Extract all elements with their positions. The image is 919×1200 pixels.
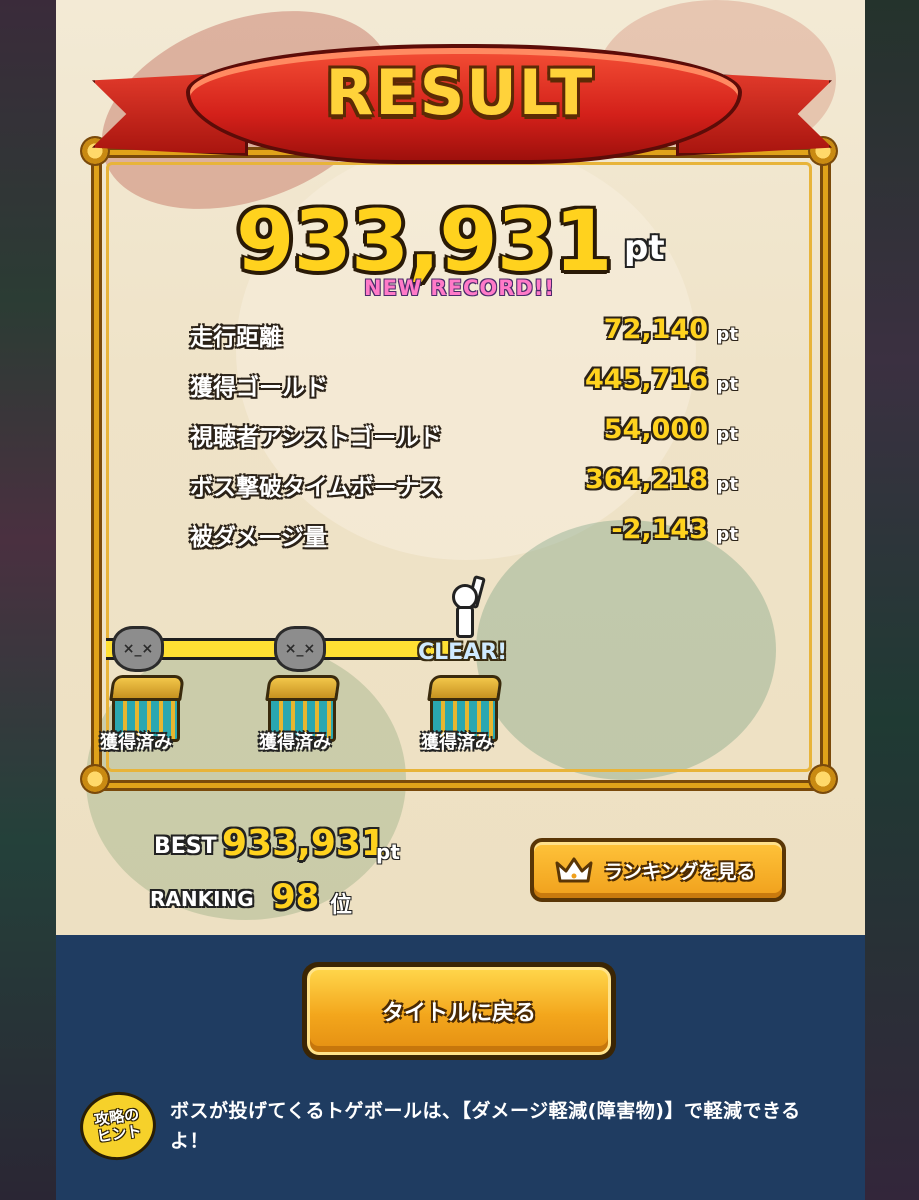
total-score: 933,931 pt xyxy=(236,192,686,290)
chest-status-label: 獲得済み xyxy=(100,732,172,753)
breakdown-unit: pt xyxy=(716,424,739,445)
breakdown-row: 獲得ゴールド 445,716 pt xyxy=(190,362,750,412)
breakdown-unit: pt xyxy=(716,324,739,345)
back-to-title-button-label: タイトルに戻る xyxy=(381,1001,536,1026)
ranking-unit: 位 xyxy=(330,893,353,918)
breakdown-label: 獲得ゴールド xyxy=(190,375,328,401)
breakdown-row: 視聴者アシストゴールド 54,000 pt xyxy=(190,412,750,462)
breakdown-value: 445,716 xyxy=(585,364,708,395)
breakdown-value: -2,143 xyxy=(611,514,708,545)
boss-icon: ×_× xyxy=(112,626,164,672)
ranking-label: RANKING xyxy=(150,887,254,911)
back-to-title-button-frame: タイトルに戻る xyxy=(302,962,616,1060)
best-score-value: 933,931 xyxy=(222,823,386,864)
breakdown-label: 走行距離 xyxy=(190,325,282,351)
breakdown-value: 72,140 xyxy=(603,314,708,345)
clear-label: CLEAR! xyxy=(418,640,508,665)
view-ranking-button-label: ランキングを見る xyxy=(604,860,756,883)
hint-badge-line: ヒント xyxy=(95,1121,143,1146)
breakdown-unit: pt xyxy=(716,374,739,395)
total-score-unit: pt xyxy=(624,228,665,268)
new-record-badge: NEW RECORD!! xyxy=(364,276,555,300)
chest-status-label: 獲得済み xyxy=(259,732,331,753)
breakdown-row: 走行距離 72,140 pt xyxy=(190,312,750,362)
breakdown-label: 被ダメージ量 xyxy=(190,525,327,551)
result-title: RESULT xyxy=(325,56,595,129)
best-label: BEST xyxy=(154,834,217,859)
crown-icon xyxy=(555,857,593,883)
breakdown-value: 364,218 xyxy=(585,464,708,495)
ranking-value: 98 xyxy=(272,877,320,917)
breakdown-unit: pt xyxy=(716,524,739,545)
score-breakdown: 走行距離 72,140 pt 獲得ゴールド 445,716 pt 視聴者アシスト… xyxy=(190,312,750,562)
back-to-title-button[interactable]: タイトルに戻る xyxy=(307,967,611,1055)
breakdown-row: ボス撃破タイムボーナス 364,218 pt xyxy=(190,462,750,512)
breakdown-unit: pt xyxy=(716,474,739,495)
breakdown-value: 54,000 xyxy=(603,414,708,445)
frame-corner-ornament xyxy=(80,764,110,794)
view-ranking-button[interactable]: ランキングを見る xyxy=(530,838,786,902)
breakdown-label: ボス撃破タイムボーナス xyxy=(190,475,443,501)
breakdown-row: 被ダメージ量 -2,143 pt xyxy=(190,512,750,562)
left-background-strip xyxy=(0,0,56,1200)
boss-icon: ×_× xyxy=(274,626,326,672)
frame-corner-ornament xyxy=(808,764,838,794)
chest-status-label: 獲得済み xyxy=(421,732,493,753)
best-score-unit: pt xyxy=(376,840,400,864)
breakdown-label: 視聴者アシストゴールド xyxy=(190,425,443,451)
player-icon xyxy=(444,574,486,640)
hint-text: ボスが投げてくるトゲボールは、【ダメージ軽減(障害物)】で軽減できるよ！ xyxy=(170,1100,801,1152)
right-background-strip xyxy=(865,0,919,1200)
